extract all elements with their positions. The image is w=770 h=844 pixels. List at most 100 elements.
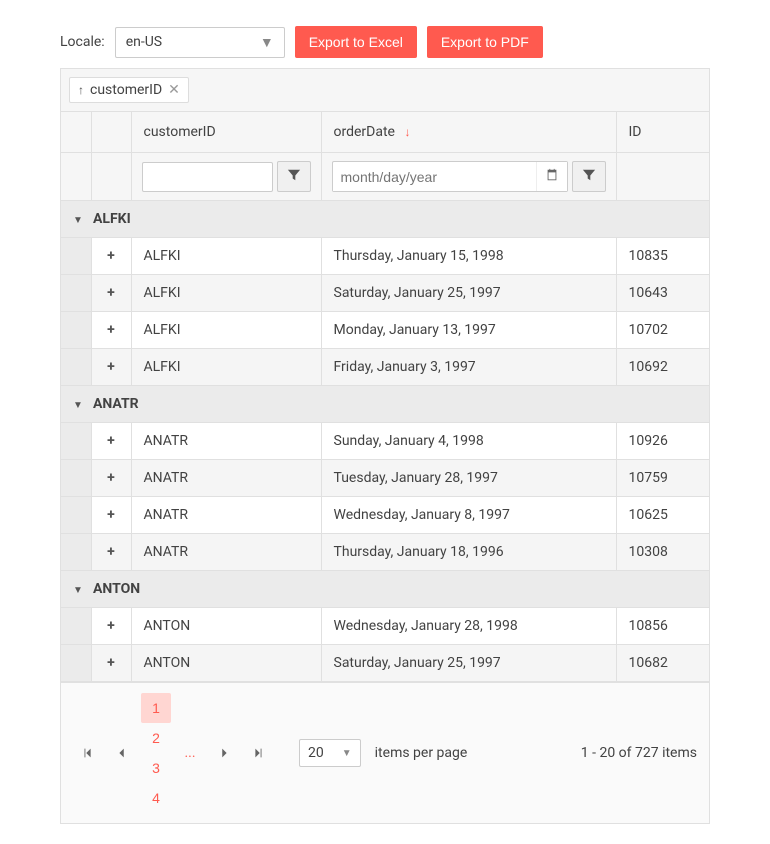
table-row: +ANATRWednesday, January 8, 199710625 (61, 497, 709, 534)
cell-id: 10308 (616, 534, 709, 571)
group-indent-cell (61, 534, 91, 571)
cell-customerid: ALFKI (131, 349, 321, 386)
cell-customerid: ALFKI (131, 312, 321, 349)
pager-next-button[interactable] (209, 738, 239, 768)
filter-button-orderdate[interactable] (572, 161, 606, 192)
collapse-icon[interactable]: ▼ (73, 400, 85, 411)
pager: 1234 ... 20 ▼ items per page 1 - 20 of 7… (61, 682, 709, 823)
caret-down-icon: ▼ (342, 748, 352, 759)
filter-input-customerid[interactable] (142, 162, 273, 192)
cell-customerid: ANTON (131, 608, 321, 645)
table-row: +ANTONWednesday, January 28, 199810856 (61, 608, 709, 645)
last-page-icon (251, 746, 265, 760)
group-indent-cell (61, 423, 91, 460)
pager-info: 1 - 20 of 727 items (581, 745, 697, 761)
pager-last-button[interactable] (243, 738, 273, 768)
group-indent-cell (61, 497, 91, 534)
filter-icon (582, 168, 596, 182)
pager-page-button[interactable]: 3 (141, 753, 171, 783)
pager-page-button[interactable]: 2 (141, 723, 171, 753)
cell-id: 10702 (616, 312, 709, 349)
filter-button-customerid[interactable] (277, 161, 311, 192)
collapse-icon[interactable]: ▼ (73, 585, 85, 596)
cell-id: 10926 (616, 423, 709, 460)
cell-orderdate: Wednesday, January 8, 1997 (321, 497, 616, 534)
group-key: ANATR (93, 396, 139, 412)
filter-cell-id (616, 153, 709, 201)
filter-input-orderdate[interactable] (333, 163, 536, 191)
cell-orderdate: Saturday, January 25, 1997 (321, 645, 616, 682)
cell-customerid: ANATR (131, 460, 321, 497)
per-page-label: items per page (375, 745, 468, 761)
cell-orderdate: Sunday, January 4, 1998 (321, 423, 616, 460)
cell-id: 10682 (616, 645, 709, 682)
detail-expand-cell[interactable]: + (91, 460, 131, 497)
data-grid: ↑ customerID ✕ customerID orderDate ↓ ID (60, 68, 710, 824)
cell-orderdate: Monday, January 13, 1997 (321, 312, 616, 349)
collapse-icon[interactable]: ▼ (73, 215, 85, 226)
calendar-button[interactable] (536, 162, 567, 191)
filter-cell-orderdate (321, 153, 616, 201)
filter-cell-customerid (131, 153, 321, 201)
detail-expand-cell[interactable]: + (91, 645, 131, 682)
plus-icon[interactable]: + (107, 655, 115, 671)
cell-orderdate: Friday, January 3, 1997 (321, 349, 616, 386)
pager-prev-button[interactable] (107, 738, 137, 768)
plus-icon[interactable]: + (107, 470, 115, 486)
plus-icon[interactable]: + (107, 359, 115, 375)
detail-expand-cell[interactable]: + (91, 275, 131, 312)
export-excel-button[interactable]: Export to Excel (295, 26, 417, 58)
detail-expand-cell[interactable]: + (91, 534, 131, 571)
group-indent-cell (61, 312, 91, 349)
cell-id: 10835 (616, 238, 709, 275)
close-icon[interactable]: ✕ (168, 82, 180, 98)
detail-expand-cell[interactable]: + (91, 423, 131, 460)
plus-icon[interactable]: + (107, 544, 115, 560)
group-indent-cell (61, 645, 91, 682)
plus-icon[interactable]: + (107, 433, 115, 449)
cell-orderdate: Thursday, January 18, 1996 (321, 534, 616, 571)
header-id[interactable]: ID (616, 112, 709, 153)
table-row: + ALFKIMonday, January 13, 199710702 (61, 312, 709, 349)
export-pdf-button[interactable]: Export to PDF (427, 26, 543, 58)
pager-page-button[interactable]: 1 (141, 693, 171, 723)
group-row[interactable]: ▼ALFKI (61, 201, 709, 238)
detail-expand-cell[interactable]: + (91, 312, 131, 349)
next-page-icon (217, 746, 231, 760)
page-size-select[interactable]: 20 ▼ (299, 739, 361, 767)
prev-page-icon (115, 746, 129, 760)
locale-select[interactable]: en-US ▼ (115, 27, 285, 58)
plus-icon[interactable]: + (107, 285, 115, 301)
cell-orderdate: Wednesday, January 28, 1998 (321, 608, 616, 645)
filter-row (61, 153, 709, 201)
detail-expand-cell[interactable]: + (91, 238, 131, 275)
group-key: ANTON (93, 581, 140, 597)
cell-orderdate: Saturday, January 25, 1997 (321, 275, 616, 312)
group-row[interactable]: ▼ ANATR (61, 386, 709, 423)
sort-desc-icon: ↓ (404, 125, 410, 139)
group-panel[interactable]: ↑ customerID ✕ (61, 69, 709, 112)
pager-page-button[interactable]: 4 (141, 783, 171, 813)
pager-ellipsis[interactable]: ... (175, 745, 205, 761)
plus-icon[interactable]: + (107, 618, 115, 634)
group-chip-customerid[interactable]: ↑ customerID ✕ (69, 77, 189, 103)
detail-expand-cell[interactable]: + (91, 497, 131, 534)
table-row: +ALFKIFriday, January 3, 199710692 (61, 349, 709, 386)
cell-orderdate: Thursday, January 15, 1998 (321, 238, 616, 275)
plus-icon[interactable]: + (107, 322, 115, 338)
header-customerid[interactable]: customerID (131, 112, 321, 153)
plus-icon[interactable]: + (107, 507, 115, 523)
header-orderdate[interactable]: orderDate ↓ (321, 112, 616, 153)
group-row[interactable]: ▼ ANTON (61, 571, 709, 608)
cell-customerid: ANATR (131, 534, 321, 571)
table-row: +ANATRSunday, January 4, 199810926 (61, 423, 709, 460)
detail-expand-cell[interactable]: + (91, 608, 131, 645)
locale-label: Locale: (60, 34, 105, 50)
table-row: +ALFKISaturday, January 25, 199710643 (61, 275, 709, 312)
pager-first-button[interactable] (73, 738, 103, 768)
group-indent-cell (61, 275, 91, 312)
detail-expand-cell[interactable]: + (91, 349, 131, 386)
group-chip-label: customerID (90, 82, 162, 98)
caret-down-icon: ▼ (260, 34, 274, 51)
plus-icon[interactable]: + (107, 248, 115, 264)
